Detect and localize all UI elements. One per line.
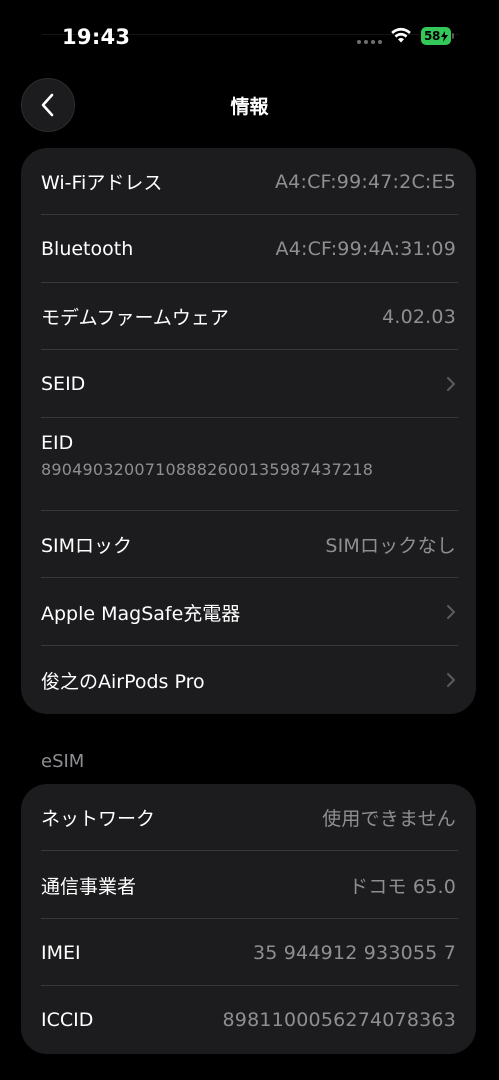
row-label: IMEI [41, 941, 81, 964]
row-label: Wi-Fiアドレス [41, 172, 163, 194]
row-carrier: 通信事業者 ドコモ 65.0 [21, 851, 476, 919]
row-label: SIMロック [41, 535, 133, 557]
page-title: 情報 [230, 96, 269, 118]
eid-value: 89049032007108882600135987437218 [41, 460, 374, 479]
row-value: SIMロックなし [325, 535, 456, 557]
row-value: 8981100056274078363 [222, 1009, 456, 1031]
wifi-icon [391, 27, 411, 43]
row-label: Apple MagSafe充電器 [41, 602, 241, 625]
row-value: ドコモ 65.0 [349, 875, 456, 898]
row-airpods-pro[interactable]: 俊之のAirPods Pro [21, 646, 476, 714]
esim-card: ネットワーク 使用できません 通信事業者 ドコモ 65.0 IMEI 35 94… [21, 784, 476, 1054]
row-label: ネットワーク [41, 808, 156, 830]
battery-cap [452, 33, 454, 39]
row-label: 俊之のAirPods Pro [41, 670, 205, 693]
row-modem-firmware: モデムファームウェア 4.02.03 [21, 283, 476, 350]
status-bar: 19:43 58 [0, 0, 499, 70]
row-label: EID [41, 432, 74, 454]
row-wifi-address: Wi-Fiアドレス A4:CF:99:47:2C:E5 [21, 148, 476, 215]
navigation-bar: 情報 [0, 70, 499, 140]
row-value: 使用できません [322, 808, 456, 830]
device-info-card: Wi-Fiアドレス A4:CF:99:47:2C:E5 Bluetooth A4… [21, 148, 476, 714]
row-label: Bluetooth [41, 238, 134, 260]
row-label: SEID [41, 373, 86, 395]
row-value: 35 944912 933055 7 [252, 941, 456, 964]
row-value: 4.02.03 [382, 305, 456, 328]
row-bluetooth: Bluetooth A4:CF:99:4A:31:09 [21, 215, 476, 283]
bolt-icon [441, 30, 449, 42]
chevron-right-icon [447, 605, 455, 619]
section-header-esim: eSIM [41, 751, 85, 772]
chevron-right-icon [447, 377, 455, 391]
battery-percent: 58 [423, 29, 441, 43]
row-value: A4:CF:99:4A:31:09 [275, 238, 456, 260]
row-eid: EID 89049032007108882600135987437218 [21, 418, 476, 511]
battery-charging-icon: 58 [421, 27, 451, 45]
row-imei: IMEI 35 944912 933055 7 [21, 919, 476, 986]
row-label: モデムファームウェア [41, 307, 229, 329]
row-label: ICCID [41, 1009, 94, 1031]
chevron-right-icon [447, 673, 455, 687]
row-magsafe-charger[interactable]: Apple MagSafe充電器 [21, 578, 476, 646]
row-value: A4:CF:99:47:2C:E5 [274, 170, 456, 193]
signal-dots-icon [357, 40, 382, 44]
status-time: 19:43 [62, 25, 131, 49]
row-network: ネットワーク 使用できません [21, 784, 476, 851]
row-iccid: ICCID 8981100056274078363 [21, 986, 476, 1054]
row-sim-lock: SIMロック SIMロックなし [21, 511, 476, 578]
row-seid[interactable]: SEID [21, 350, 476, 418]
row-label: 通信事業者 [41, 875, 137, 898]
